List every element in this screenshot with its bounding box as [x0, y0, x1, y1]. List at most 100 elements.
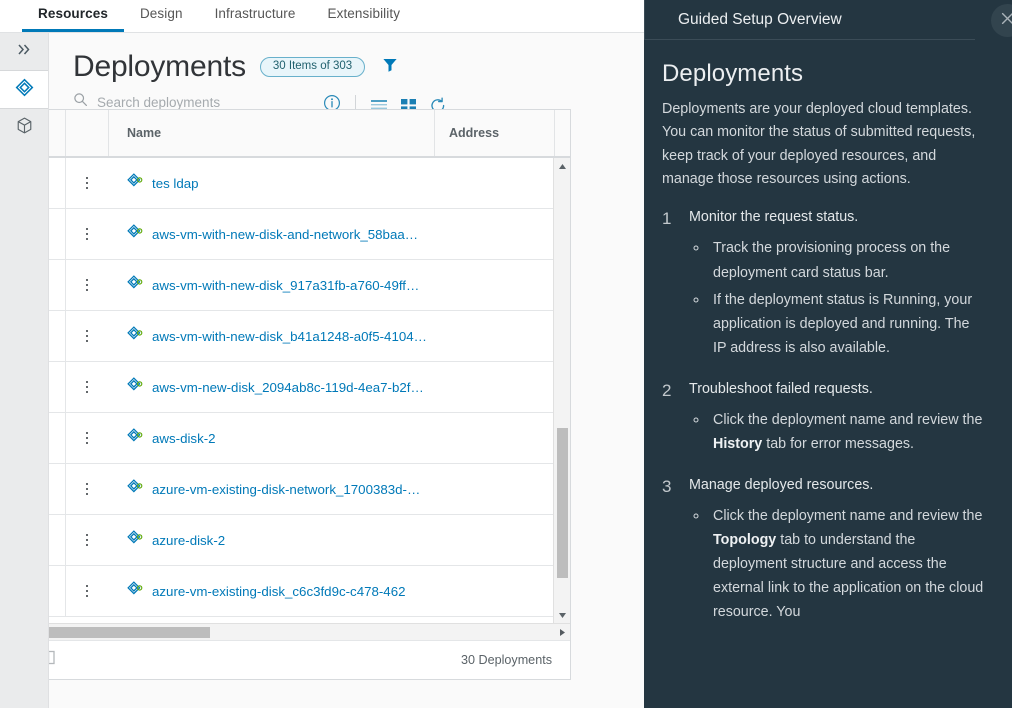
table-row[interactable]: azure-vm-existing-disk_c6c3fd9c-c478-462	[23, 566, 570, 617]
left-icon-rail	[0, 33, 49, 708]
tab-extensibility[interactable]: Extensibility	[312, 6, 417, 33]
deployment-name-link[interactable]: aws-vm-with-new-disk_917a31fb-a760-49ff…	[152, 278, 419, 293]
row-actions-menu[interactable]	[65, 413, 108, 463]
step-bullet: Click the deployment name and review the…	[709, 504, 986, 624]
row-actions-menu[interactable]	[65, 311, 108, 361]
vertical-scroll-thumb[interactable]	[557, 428, 568, 578]
deployment-name-link[interactable]: aws-vm-with-new-disk_b41a1248-a0f5-4104…	[152, 329, 427, 344]
row-actions-menu[interactable]	[65, 362, 108, 412]
deployment-name-link[interactable]: azure-vm-existing-disk_c6c3fd9c-c478-462	[152, 584, 406, 599]
kebab-menu-icon	[85, 584, 89, 598]
header-actions-col	[65, 110, 108, 156]
step-bullet: Track the provisioning process on the de…	[709, 236, 986, 284]
tab-resources[interactable]: Resources	[22, 6, 124, 32]
search-input[interactable]	[97, 94, 309, 110]
table-row[interactable]: aws-vm-with-new-disk-and-network_58baa…	[23, 209, 570, 260]
deployment-name-link[interactable]: azure-disk-2	[152, 533, 225, 548]
row-actions-menu[interactable]	[65, 158, 108, 208]
bullet-text-pre: Click the deployment name and review the	[713, 411, 983, 428]
deployment-name-link[interactable]: aws-vm-new-disk_2094ab8c-119d-4ea7-b2f…	[152, 380, 424, 395]
step-bullet: Click the deployment name and review the…	[709, 408, 986, 456]
rail-item-deployments[interactable]	[0, 71, 48, 108]
step-bullet: If the deployment status is Running, you…	[709, 288, 986, 360]
deployment-diamond-icon	[126, 478, 143, 500]
table-row[interactable]: tes ldap	[23, 158, 570, 209]
row-name-cell: aws-vm-new-disk_2094ab8c-119d-4ea7-b2f…	[108, 376, 450, 398]
bullet-text: Track the provisioning process on the de…	[713, 240, 951, 281]
filter-button[interactable]	[381, 56, 399, 79]
deployment-diamond-icon	[126, 427, 143, 449]
grid-footer: 30 Deployments	[23, 640, 570, 679]
tab-design[interactable]: Design	[124, 6, 199, 33]
grid-rows: tes ldap aws-vm-with-new-disk-and-networ…	[23, 158, 570, 623]
row-name-cell: azure-vm-existing-disk_c6c3fd9c-c478-462	[108, 580, 450, 602]
row-name-cell: azure-vm-existing-disk-network_1700383d-…	[108, 478, 450, 500]
deployment-name-link[interactable]: aws-disk-2	[152, 431, 216, 446]
close-panel-button[interactable]	[991, 4, 1012, 37]
row-actions-menu[interactable]	[65, 260, 108, 310]
grid-vertical-scrollbar[interactable]	[553, 158, 570, 623]
step-content: Manage deployed resources. Click the dep…	[689, 476, 986, 627]
grid-horizontal-scrollbar[interactable]	[23, 623, 570, 640]
scroll-right-arrow-icon[interactable]	[554, 628, 570, 637]
deployment-name-link[interactable]: tes ldap	[152, 176, 199, 191]
row-name-cell: azure-disk-2	[108, 529, 450, 551]
scroll-down-arrow-icon[interactable]	[554, 607, 570, 623]
kebab-menu-icon	[85, 278, 89, 292]
page-title-row: Deployments 30 Items of 303	[49, 33, 644, 82]
tab-infrastructure[interactable]: Infrastructure	[199, 6, 312, 33]
deployment-diamond-icon	[126, 529, 143, 551]
page-title: Deployments	[73, 50, 246, 83]
guided-setup-header: Guided Setup Overview	[644, 0, 975, 40]
guided-step: 3 Manage deployed resources. Click the d…	[662, 476, 986, 627]
table-row[interactable]: aws-vm-with-new-disk_b41a1248-a0f5-4104…	[23, 311, 570, 362]
row-actions-menu[interactable]	[65, 515, 108, 565]
step-title: Troubleshoot failed requests.	[689, 380, 873, 397]
bullet-text-post: tab for error messages.	[762, 435, 915, 452]
deployment-name-link[interactable]: aws-vm-with-new-disk-and-network_58baa…	[152, 227, 418, 242]
row-actions-menu[interactable]	[65, 209, 108, 259]
kebab-menu-icon	[85, 176, 89, 190]
kebab-menu-icon	[85, 482, 89, 496]
table-row[interactable]: aws-vm-new-disk_2094ab8c-119d-4ea7-b2f…	[23, 362, 570, 413]
step-title: Manage deployed resources.	[689, 476, 874, 493]
step-bullet-list: Track the provisioning process on the de…	[709, 236, 986, 359]
deployment-diamond-icon	[126, 580, 143, 602]
kebab-menu-icon	[85, 533, 89, 547]
step-number: 3	[662, 476, 672, 496]
table-row[interactable]: aws-vm-with-new-disk_917a31fb-a760-49ff…	[23, 260, 570, 311]
rail-item-resources[interactable]	[0, 109, 48, 146]
row-actions-menu[interactable]	[65, 566, 108, 616]
content-right-spacer	[571, 109, 597, 708]
panel-heading: Deployments	[662, 60, 804, 87]
kebab-menu-icon	[85, 431, 89, 445]
table-row[interactable]: aws-disk-2	[23, 413, 570, 464]
guided-step: 2 Troubleshoot failed requests. Click th…	[662, 380, 986, 459]
table-row[interactable]: azure-disk-2	[23, 515, 570, 566]
horizontal-scroll-thumb[interactable]	[41, 627, 210, 638]
row-actions-menu[interactable]	[65, 464, 108, 514]
header-address[interactable]: Address	[434, 110, 554, 156]
rail-expand-button[interactable]	[0, 33, 48, 70]
deployment-diamond-icon	[126, 223, 143, 245]
close-icon	[1000, 11, 1012, 31]
bullet-text-bold: Topology	[713, 532, 777, 549]
table-row[interactable]: azure-vm-existing-disk-network_1700383d-…	[23, 464, 570, 515]
row-name-cell: aws-vm-with-new-disk_b41a1248-a0f5-4104…	[108, 325, 450, 347]
bullet-text: If the deployment status is Running, you…	[713, 291, 973, 356]
deployment-diamond-icon	[126, 274, 143, 296]
step-bullet-list: Click the deployment name and review the…	[709, 504, 986, 624]
deployment-diamond-icon	[14, 77, 35, 103]
header-name[interactable]: Name	[108, 110, 434, 156]
deployment-name-link[interactable]: azure-vm-existing-disk-network_1700383d-…	[152, 482, 420, 497]
bullet-text-pre: Click the deployment name and review the	[713, 508, 983, 525]
guided-steps-list: 1 Monitor the request status. Track the …	[662, 208, 986, 627]
scroll-up-arrow-icon[interactable]	[554, 158, 570, 174]
cube-icon	[15, 116, 34, 140]
row-name-cell: aws-vm-with-new-disk_917a31fb-a760-49ff…	[108, 274, 450, 296]
step-content: Troubleshoot failed requests. Click the …	[689, 380, 986, 459]
grid-header-row: Name Address	[23, 110, 570, 158]
header-spacer-col	[554, 110, 570, 156]
step-content: Monitor the request status. Track the pr…	[689, 208, 986, 362]
kebab-menu-icon	[85, 329, 89, 343]
